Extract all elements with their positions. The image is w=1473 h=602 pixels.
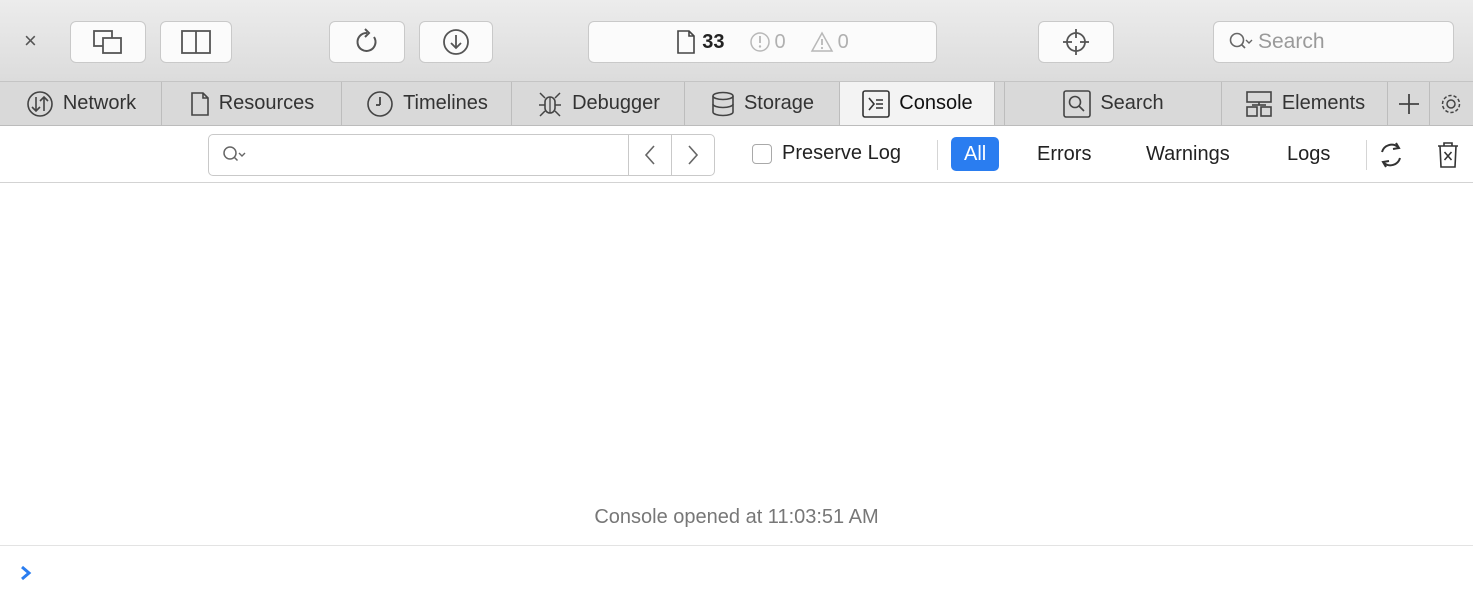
plus-icon — [1398, 93, 1419, 114]
next-match-button[interactable] — [671, 135, 714, 175]
crosshair-icon — [1063, 29, 1089, 55]
resource-count: 33 — [702, 30, 725, 53]
preserve-log-checkbox[interactable] — [752, 143, 772, 164]
search-icon — [1229, 32, 1253, 49]
console-opened-message: Console opened at 11:03:51 AM — [594, 506, 879, 528]
tab-console[interactable]: Console — [840, 82, 995, 125]
tab-debugger-label: Debugger — [572, 92, 660, 114]
timelines-icon — [367, 90, 393, 117]
toolbar-search-placeholder: Search — [1258, 30, 1325, 53]
detach-window-icon — [93, 30, 122, 54]
circular-arrows-icon — [1381, 142, 1401, 168]
tab-resources[interactable]: Resources — [162, 82, 342, 125]
add-tab-button[interactable] — [1388, 82, 1430, 125]
debugger-icon — [539, 91, 562, 117]
tab-timelines[interactable]: Timelines — [342, 82, 512, 125]
resource-count-segment: 33 — [676, 30, 725, 54]
console-output[interactable]: Console opened at 11:03:51 AM — [0, 183, 1473, 545]
error-icon — [749, 32, 770, 52]
tab-console-label: Console — [899, 92, 973, 114]
warning-icon — [810, 31, 833, 52]
tab-bar: Network Resources Timelines Debugger Sto… — [0, 82, 1473, 126]
reload-console-button[interactable] — [1375, 139, 1407, 171]
prompt-chevron-icon — [21, 565, 32, 581]
tab-storage[interactable]: Storage — [685, 82, 840, 125]
dock-side-button[interactable] — [160, 21, 232, 63]
previous-match-button[interactable] — [628, 135, 671, 175]
trash-icon — [1438, 142, 1458, 168]
level-errors-button[interactable]: Errors — [1024, 137, 1104, 171]
chevron-right-icon — [688, 145, 699, 165]
storage-icon — [712, 91, 734, 116]
filter-search-icon — [223, 146, 246, 162]
activity-status[interactable]: 33 0 0 — [588, 21, 937, 63]
reload-icon — [356, 28, 377, 52]
warning-count: 0 — [837, 30, 849, 53]
tab-elements-label: Elements — [1281, 92, 1366, 114]
filter-divider — [1366, 140, 1367, 170]
tab-resources-label: Resources — [218, 92, 315, 114]
preserve-log-label: Preserve Log — [782, 142, 901, 164]
download-icon — [443, 29, 469, 55]
tab-timelines-label: Timelines — [403, 92, 488, 114]
tab-storage-label: Storage — [743, 92, 815, 114]
tab-spacer — [995, 82, 1005, 125]
console-filter-field[interactable] — [208, 134, 715, 176]
tab-search[interactable]: Search — [1005, 82, 1222, 125]
warning-count-segment: 0 — [810, 31, 849, 54]
download-button[interactable] — [419, 21, 493, 63]
level-all-button[interactable]: All — [951, 137, 1000, 171]
console-icon — [862, 89, 891, 118]
toolbar-search-field[interactable]: Search — [1213, 21, 1454, 63]
detach-window-button[interactable] — [70, 21, 146, 63]
tab-elements[interactable]: Elements — [1222, 82, 1388, 125]
elements-icon — [1246, 90, 1272, 117]
clear-console-button[interactable] — [1432, 139, 1464, 171]
error-count: 0 — [774, 30, 786, 53]
tab-network-label: Network — [62, 92, 137, 114]
level-warnings-button[interactable]: Warnings — [1133, 137, 1243, 171]
tab-search-label: Search — [1100, 92, 1164, 114]
chevron-left-icon — [644, 145, 655, 165]
dock-side-icon — [181, 30, 211, 54]
close-button[interactable]: × — [24, 28, 37, 54]
resources-icon — [190, 91, 209, 116]
level-logs-button[interactable]: Logs — [1274, 137, 1343, 171]
settings-button[interactable] — [1430, 82, 1472, 125]
search-icon — [1063, 89, 1092, 118]
document-icon — [677, 30, 696, 54]
tab-debugger[interactable]: Debugger — [512, 82, 685, 125]
console-prompt-input[interactable] — [0, 545, 1473, 602]
filter-divider — [937, 140, 938, 170]
gear-icon — [1441, 94, 1461, 113]
console-filter-bar: Preserve Log All Errors Warnings Logs — [0, 126, 1473, 183]
console-filter-input[interactable] — [257, 136, 628, 174]
inspect-element-button[interactable] — [1038, 21, 1114, 63]
main-toolbar: × 33 0 0 Search — [0, 0, 1473, 82]
reload-button[interactable] — [329, 21, 405, 63]
network-icon — [27, 90, 53, 117]
preserve-log-toggle[interactable]: Preserve Log — [752, 142, 901, 165]
error-count-segment: 0 — [749, 31, 786, 54]
tab-network[interactable]: Network — [0, 82, 162, 125]
